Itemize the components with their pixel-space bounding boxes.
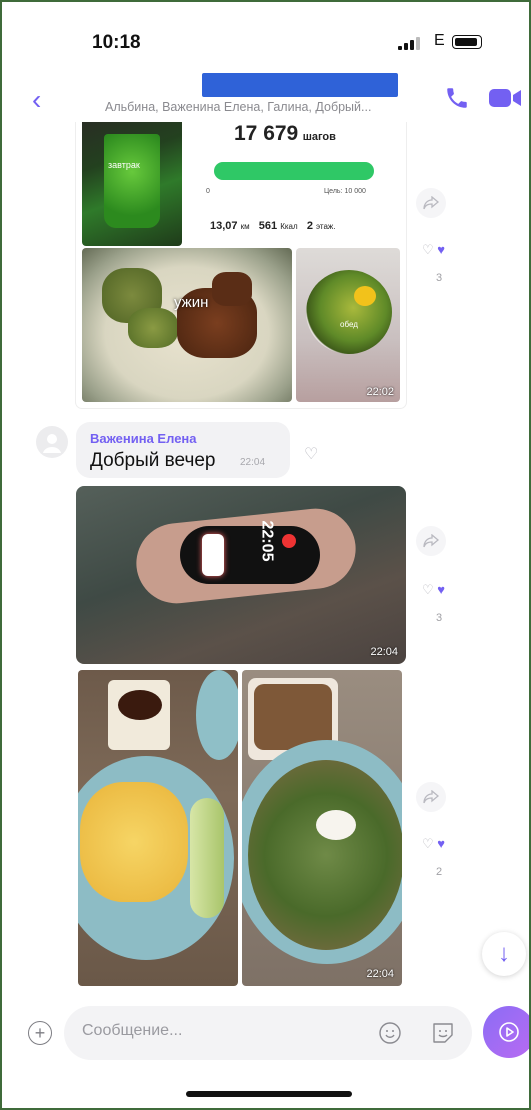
lunch-soup-photo[interactable]: обед 22:02: [296, 248, 400, 402]
message-time: 22:02: [366, 386, 394, 398]
reactions-count: 3: [436, 612, 443, 624]
reactions-count: 3: [436, 272, 443, 284]
fitness-band-photo[interactable]: 22:05 22:04: [76, 486, 406, 664]
step-stats: 13,07 км 561 Ккал 2 этаж.: [210, 220, 336, 232]
signal-icon: [398, 36, 426, 50]
status-time: 10:18: [92, 32, 141, 53]
redacted-chat-title: [202, 73, 398, 97]
screen: 10:18 E ‹ Альбина, Важенина Елена, Галин…: [0, 0, 531, 1110]
lunch-caption: обед: [340, 320, 358, 329]
avatar[interactable]: [36, 426, 68, 458]
reactions-heart-icons[interactable]: ♡ ♥: [422, 582, 445, 598]
phone-call-icon[interactable]: [444, 85, 470, 111]
play-circle-icon: [499, 1022, 519, 1042]
share-icon[interactable]: [416, 526, 446, 556]
green-juice-photo[interactable]: завтрак: [82, 122, 182, 246]
video-call-icon[interactable]: [488, 85, 524, 111]
message-bubble[interactable]: Важенина Елена Добрый вечер 22:04: [76, 422, 290, 478]
message-input-placeholder: Сообщение...: [82, 1022, 183, 1039]
emoji-icon[interactable]: [378, 1021, 402, 1045]
juice-caption: завтрак: [108, 160, 140, 170]
sticker-icon[interactable]: [430, 1020, 456, 1046]
scroll-down-arrow-icon[interactable]: ↓: [482, 932, 526, 976]
dinner-photo[interactable]: ужин: [82, 248, 292, 402]
steps-progress-fill: [214, 162, 374, 180]
attach-plus-icon[interactable]: +: [28, 1021, 52, 1045]
steps-progress-track: [214, 162, 374, 180]
message-time: 22:04: [366, 968, 394, 980]
battery-icon: [452, 35, 482, 49]
back-chevron-icon[interactable]: ‹: [32, 84, 41, 116]
reactions-heart-icons[interactable]: ♡ ♥: [422, 242, 445, 258]
share-icon[interactable]: [416, 188, 446, 218]
reactions-count: 2: [436, 866, 443, 878]
message-time: 22:04: [370, 646, 398, 658]
message-text: Добрый вечер: [90, 450, 216, 471]
steps-count: 17 679 шагов: [234, 122, 336, 145]
reactions-heart-icons[interactable]: ♡ ♥: [422, 836, 445, 852]
watch-time: 22:05: [258, 520, 276, 562]
sender-name[interactable]: Важенина Елена: [90, 431, 197, 446]
step-card-message[interactable]: завтрак 17 679 шагов 0 Цель: 10 000 13,0…: [76, 122, 406, 408]
chat-area[interactable]: завтрак 17 679 шагов 0 Цель: 10 000 13,0…: [2, 122, 529, 1002]
chat-members-subtitle[interactable]: Альбина, Важенина Елена, Галина, Добрый.…: [105, 100, 371, 114]
progress-goal-label: Цель: 10 000: [324, 188, 366, 195]
network-type: E: [434, 32, 445, 49]
dinner-caption: ужин: [174, 294, 209, 311]
omelette-photo[interactable]: [78, 670, 238, 986]
heart-outline-icon[interactable]: ♡: [304, 444, 318, 464]
voice-record-button[interactable]: [483, 1006, 529, 1058]
home-indicator: [186, 1091, 352, 1097]
share-icon[interactable]: [416, 782, 446, 812]
progress-start-label: 0: [206, 188, 210, 195]
message-time: 22:04: [240, 457, 266, 468]
salad-photo[interactable]: 22:04: [242, 670, 402, 986]
